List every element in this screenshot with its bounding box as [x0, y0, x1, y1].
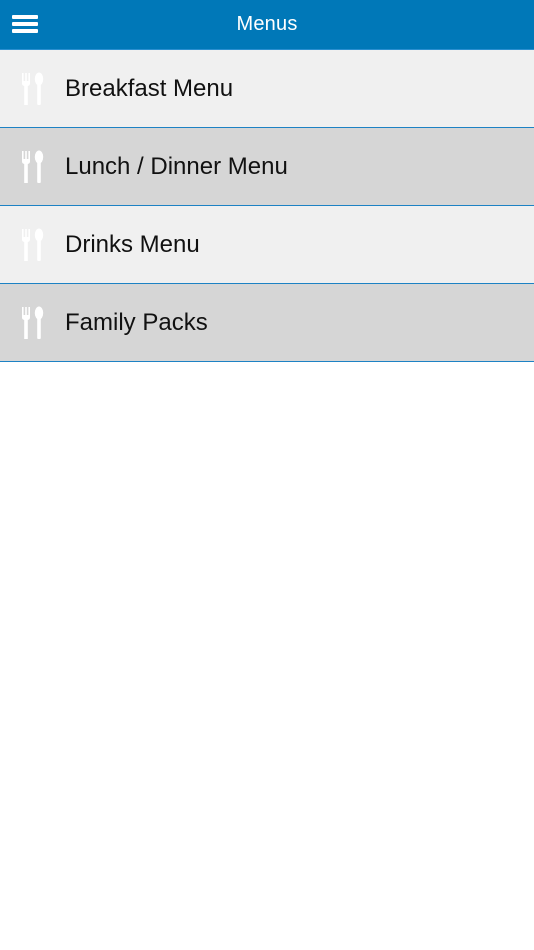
fork-spoon-icon: [22, 306, 44, 339]
fork-spoon-icon: [22, 150, 44, 183]
menu-item-breakfast[interactable]: Breakfast Menu: [0, 50, 534, 128]
menu-item-lunch-dinner[interactable]: Lunch / Dinner Menu: [0, 128, 534, 206]
page-title: Menus: [236, 13, 298, 35]
app-screen: Menus Breakfast Menu Lunch / Dinner Menu…: [0, 0, 534, 950]
menu-item-label: Family Packs: [65, 308, 208, 336]
fork-spoon-icon: [22, 72, 44, 105]
menu-item-family-packs[interactable]: Family Packs: [0, 284, 534, 362]
menu-item-drinks[interactable]: Drinks Menu: [0, 206, 534, 284]
top-navbar: Menus: [0, 0, 534, 50]
menu-item-label: Drinks Menu: [65, 230, 200, 258]
menu-list: Breakfast Menu Lunch / Dinner Menu Drink…: [0, 50, 534, 362]
menu-item-label: Lunch / Dinner Menu: [65, 152, 288, 180]
menu-item-label: Breakfast Menu: [65, 74, 234, 102]
fork-spoon-icon: [22, 228, 44, 261]
